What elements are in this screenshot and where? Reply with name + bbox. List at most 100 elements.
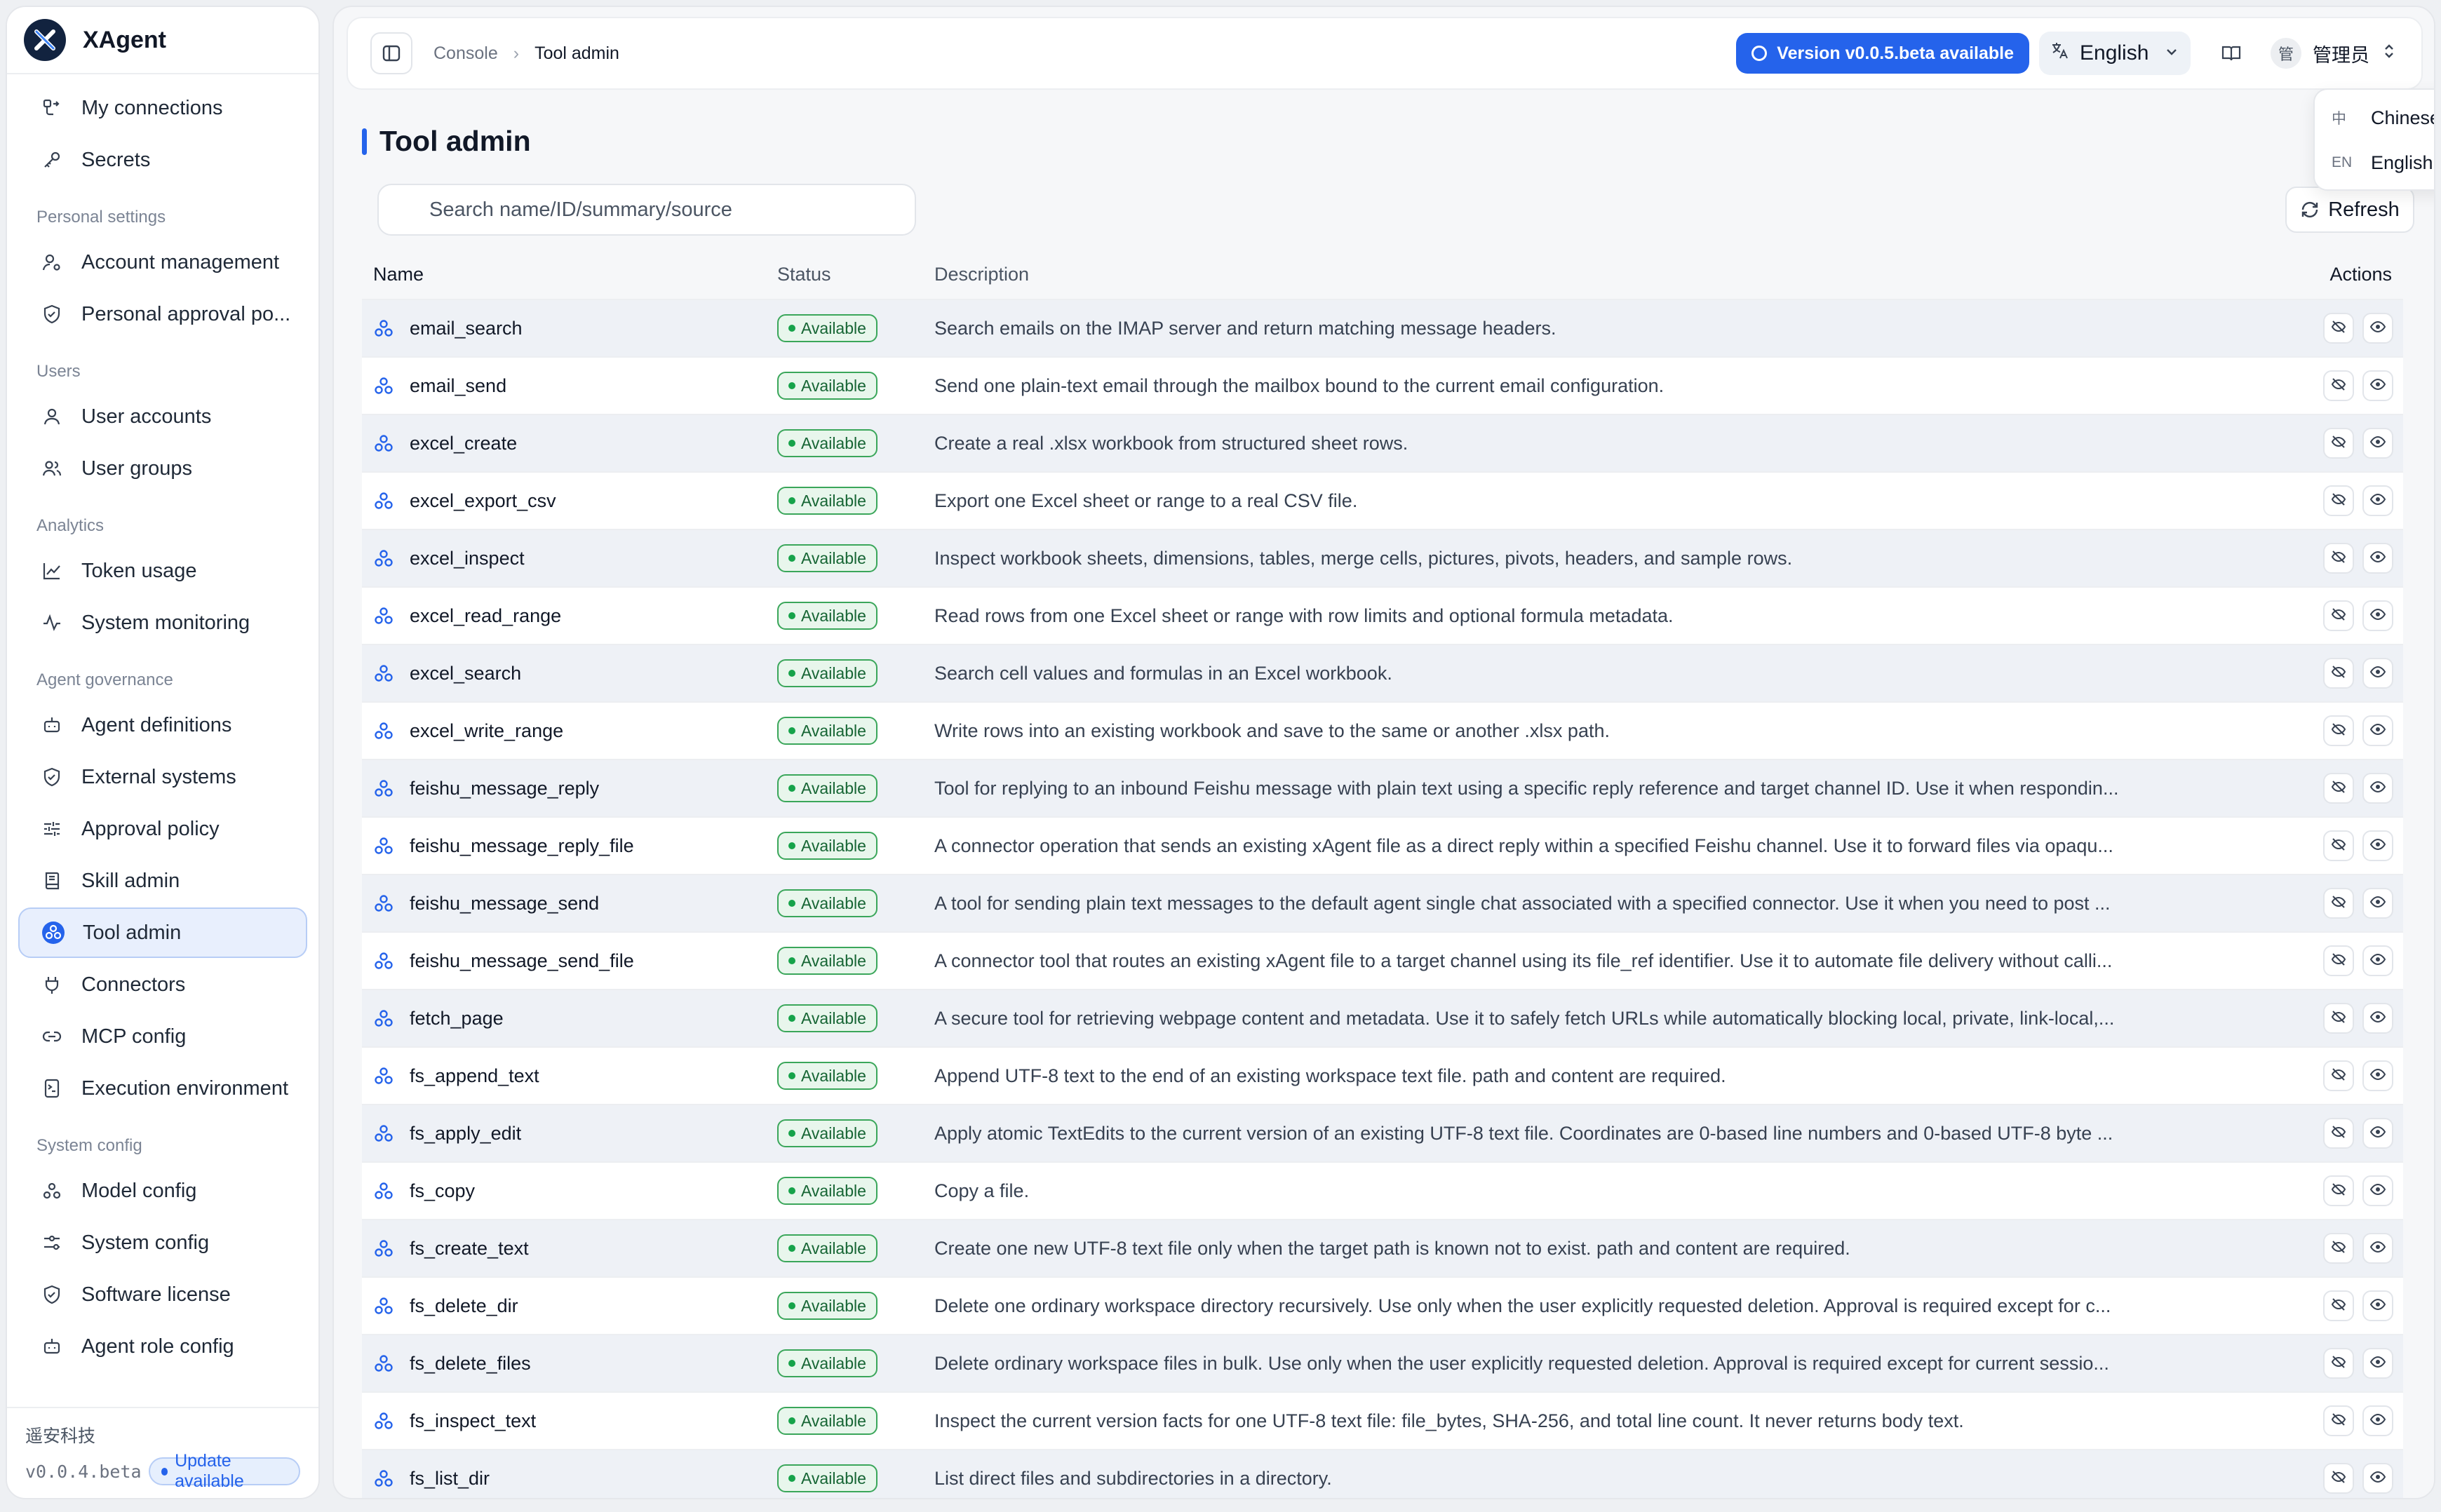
sidebar-item-secrets[interactable]: Secrets bbox=[18, 135, 307, 185]
table-row[interactable]: email_send Available Send one plain-text e… bbox=[362, 356, 2403, 414]
view-tool-button[interactable] bbox=[2362, 715, 2393, 746]
sidebar-item-agent-definitions[interactable]: Agent definitions bbox=[18, 700, 307, 750]
view-tool-button[interactable] bbox=[2362, 313, 2393, 344]
table-row[interactable]: fs_delete_files Available Delete ordinary … bbox=[362, 1334, 2403, 1391]
view-tool-button[interactable] bbox=[2362, 1118, 2393, 1149]
view-tool-button[interactable] bbox=[2362, 773, 2393, 804]
sidebar-item-label: Execution environment bbox=[81, 1076, 288, 1100]
update-available-badge[interactable]: Update available bbox=[148, 1451, 300, 1491]
view-tool-button[interactable] bbox=[2362, 1060, 2393, 1091]
disable-tool-button[interactable] bbox=[2323, 1290, 2354, 1321]
version-available-button[interactable]: Version v0.0.5.beta available bbox=[1736, 33, 2029, 74]
disable-tool-button[interactable] bbox=[2323, 1463, 2354, 1494]
sidebar-item-connectors[interactable]: Connectors bbox=[18, 959, 307, 1010]
disable-tool-button[interactable] bbox=[2323, 1233, 2354, 1264]
view-tool-button[interactable] bbox=[2362, 830, 2393, 861]
disable-tool-button[interactable] bbox=[2323, 888, 2354, 919]
disable-tool-button[interactable] bbox=[2323, 428, 2354, 459]
table-row[interactable]: excel_read_range Available Read rows from … bbox=[362, 586, 2403, 644]
sidebar-item-token-usage[interactable]: Token usage bbox=[18, 546, 307, 596]
view-tool-button[interactable] bbox=[2362, 658, 2393, 689]
sidebar-item-system-config[interactable]: System config bbox=[18, 1217, 307, 1268]
brand[interactable]: XAgent bbox=[7, 7, 318, 74]
table-row[interactable]: fs_inspect_text Available Inspect the curr… bbox=[362, 1391, 2403, 1449]
docs-book-icon[interactable] bbox=[2219, 41, 2244, 66]
view-tool-button[interactable] bbox=[2362, 1003, 2393, 1034]
view-tool-button[interactable] bbox=[2362, 370, 2393, 401]
table-row[interactable]: fs_delete_dir Available Delete one ordinar… bbox=[362, 1276, 2403, 1334]
disable-tool-button[interactable] bbox=[2323, 830, 2354, 861]
sidebar-item-agent-role-config[interactable]: Agent role config bbox=[18, 1321, 307, 1372]
disable-tool-button[interactable] bbox=[2323, 485, 2354, 516]
view-tool-button[interactable] bbox=[2362, 888, 2393, 919]
sidebar-item-mcp-config[interactable]: MCP config bbox=[18, 1011, 307, 1062]
sidebar-item-execution-environment[interactable]: Execution environment bbox=[18, 1063, 307, 1114]
disable-tool-button[interactable] bbox=[2323, 370, 2354, 401]
table-row[interactable]: excel_write_range Available Write rows int… bbox=[362, 701, 2403, 759]
view-tool-button[interactable] bbox=[2362, 485, 2393, 516]
user-menu-button[interactable]: 管 管理员 bbox=[2271, 38, 2396, 69]
sidebar-item-personal-approval-po[interactable]: Personal approval po... bbox=[18, 289, 307, 339]
disable-tool-button[interactable] bbox=[2323, 1348, 2354, 1379]
table-row[interactable]: fs_append_text Available Append UTF-8 text… bbox=[362, 1046, 2403, 1104]
row-actions bbox=[2315, 1405, 2393, 1436]
refresh-icon bbox=[2302, 201, 2318, 218]
sidebar-item-account-management[interactable]: Account management bbox=[18, 237, 307, 288]
table-row[interactable]: feishu_message_send_file Available A conne… bbox=[362, 931, 2403, 989]
view-tool-button[interactable] bbox=[2362, 1463, 2393, 1494]
view-tool-button[interactable] bbox=[2362, 1348, 2393, 1379]
breadcrumb-console[interactable]: Console bbox=[433, 43, 498, 64]
table-row[interactable]: excel_export_csv Available Export one Exce… bbox=[362, 471, 2403, 529]
table-row[interactable]: fs_copy Available Copy a file. bbox=[362, 1161, 2403, 1219]
table-row[interactable]: fs_create_text Available Create one new UT… bbox=[362, 1219, 2403, 1276]
sidebar-item-software-license[interactable]: Software license bbox=[18, 1269, 307, 1320]
disable-tool-button[interactable] bbox=[2323, 313, 2354, 344]
sidebar-item-approval-policy[interactable]: Approval policy bbox=[18, 804, 307, 854]
language-option-chinese[interactable]: 中 Chinese bbox=[2323, 95, 2434, 140]
table-row[interactable]: feishu_message_send Available A tool for s… bbox=[362, 874, 2403, 931]
sidebar-item-external-systems[interactable]: External systems bbox=[18, 752, 307, 802]
disable-tool-button[interactable] bbox=[2323, 715, 2354, 746]
view-tool-button[interactable] bbox=[2362, 543, 2393, 574]
table-row[interactable]: fs_apply_edit Available Apply atomic TextE… bbox=[362, 1104, 2403, 1161]
table-row[interactable]: excel_create Available Create a real .xlsx… bbox=[362, 414, 2403, 471]
language-select[interactable]: English bbox=[2039, 32, 2191, 75]
column-status[interactable]: Status bbox=[777, 264, 934, 285]
disable-tool-button[interactable] bbox=[2323, 1118, 2354, 1149]
sidebar-item-user-accounts[interactable]: User accounts bbox=[18, 391, 307, 442]
table-row[interactable]: fs_list_dir Available List direct files an… bbox=[362, 1449, 2403, 1498]
sidebar-item-tool-admin[interactable]: Tool admin bbox=[18, 907, 307, 958]
language-option-english[interactable]: EN English bbox=[2323, 140, 2434, 185]
view-tool-button[interactable] bbox=[2362, 945, 2393, 976]
sidebar-item-skill-admin[interactable]: Skill admin bbox=[18, 856, 307, 906]
table-row[interactable]: email_search Available Search emails on th… bbox=[362, 299, 2403, 356]
disable-tool-button[interactable] bbox=[2323, 543, 2354, 574]
sidebar-toggle-button[interactable] bbox=[370, 32, 412, 74]
sidebar-item-model-config[interactable]: Model config bbox=[18, 1166, 307, 1216]
disable-tool-button[interactable] bbox=[2323, 1175, 2354, 1206]
sidebar-item-my-connections[interactable]: My connections bbox=[18, 83, 307, 133]
table-row[interactable]: excel_inspect Available Inspect workbook s… bbox=[362, 529, 2403, 586]
view-tool-button[interactable] bbox=[2362, 1290, 2393, 1321]
view-tool-button[interactable] bbox=[2362, 1405, 2393, 1436]
table-row[interactable]: feishu_message_reply Available Tool for re… bbox=[362, 759, 2403, 816]
column-name[interactable]: Name bbox=[373, 264, 777, 285]
disable-tool-button[interactable] bbox=[2323, 1405, 2354, 1436]
view-tool-button[interactable] bbox=[2362, 1233, 2393, 1264]
table-row[interactable]: fetch_page Available A secure tool for ret… bbox=[362, 989, 2403, 1046]
disable-tool-button[interactable] bbox=[2323, 945, 2354, 976]
disable-tool-button[interactable] bbox=[2323, 1060, 2354, 1091]
search-input[interactable]: Search name/ID/summary/source bbox=[377, 184, 916, 236]
view-tool-button[interactable] bbox=[2362, 600, 2393, 631]
disable-tool-button[interactable] bbox=[2323, 773, 2354, 804]
disable-tool-button[interactable] bbox=[2323, 600, 2354, 631]
view-tool-button[interactable] bbox=[2362, 428, 2393, 459]
table-row[interactable]: feishu_message_reply_file Available A conn… bbox=[362, 816, 2403, 874]
table-row[interactable]: excel_search Available Search cell values … bbox=[362, 644, 2403, 701]
refresh-button[interactable]: Refresh bbox=[2285, 187, 2414, 233]
sidebar-item-user-groups[interactable]: User groups bbox=[18, 443, 307, 494]
sidebar-item-system-monitoring[interactable]: System monitoring bbox=[18, 598, 307, 648]
view-tool-button[interactable] bbox=[2362, 1175, 2393, 1206]
disable-tool-button[interactable] bbox=[2323, 1003, 2354, 1034]
disable-tool-button[interactable] bbox=[2323, 658, 2354, 689]
